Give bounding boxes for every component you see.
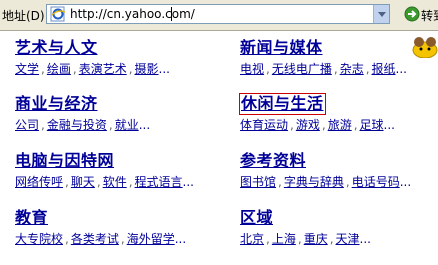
category-link[interactable]: 游戏 (296, 118, 320, 132)
category-links: 图书馆, 字典与辞典, 电话号码... (240, 175, 412, 189)
more-ellipsis: ... (174, 232, 187, 246)
more-ellipsis: ... (359, 232, 371, 246)
more-ellipsis: ... (182, 175, 194, 189)
go-label: 转到 (421, 9, 438, 23)
category-link[interactable]: 上海 (272, 232, 296, 246)
category-links: 大专院校, 各类考试, 海外留学... (15, 232, 187, 246)
category-link[interactable]: 无线电广播 (272, 62, 332, 76)
category-title[interactable]: 参考资料 (240, 151, 306, 171)
category-regional: 区域 北京, 上海, 重庆, 天津... (240, 208, 371, 247)
category-links: 电视, 无线电广播, 杂志, 报纸... (240, 62, 407, 76)
category-title-highlighted[interactable]: 休闲与生活 (239, 93, 326, 115)
category-business: 商业与经济 公司, 金融与投资, 就业... (15, 94, 150, 133)
text-caret (171, 7, 172, 21)
category-links: 网络传呼, 聊天, 软件, 程式语言... (15, 175, 194, 189)
category-link[interactable]: 就业 (115, 118, 139, 132)
yahoo-mascot-icon (412, 37, 438, 58)
category-links: 公司, 金融与投资, 就业... (15, 118, 151, 132)
category-link[interactable]: 大专院校 (15, 232, 63, 246)
category-link[interactable]: 摄影 (135, 62, 159, 76)
more-ellipsis: ... (399, 175, 412, 189)
address-toolbar: 地址(D) http://cn.yahoo.com/ 转到 (0, 0, 438, 31)
category-leisure: 休闲与生活 体育运动, 游戏, 旅游, 足球... (239, 93, 395, 133)
category-link[interactable]: 电话号码 (352, 175, 400, 189)
category-link[interactable]: 电视 (240, 62, 264, 76)
category-title[interactable]: 艺术与人文 (15, 38, 98, 58)
category-link[interactable]: 天津 (336, 232, 360, 246)
category-link[interactable]: 重庆 (304, 232, 328, 246)
category-link[interactable]: 金融与投资 (47, 118, 107, 132)
category-link[interactable]: 旅游 (328, 118, 352, 132)
category-link[interactable]: 文学 (15, 62, 39, 76)
chevron-down-icon (377, 11, 386, 17)
category-links: 文学, 绘画, 表演艺术, 摄影... (15, 62, 170, 76)
category-link[interactable]: 程式语言 (135, 175, 183, 189)
category-title[interactable]: 商业与经济 (15, 94, 98, 114)
address-dropdown-button[interactable] (373, 5, 389, 23)
category-reference: 参考资料 图书馆, 字典与辞典, 电话号码... (240, 151, 411, 190)
category-link[interactable]: 报纸 (372, 62, 396, 76)
category-links: 北京, 上海, 重庆, 天津... (240, 232, 371, 246)
category-links: 体育运动, 游戏, 旅游, 足球... (240, 118, 395, 132)
category-link[interactable]: 北京 (240, 232, 264, 246)
category-link[interactable]: 各类考试 (71, 232, 119, 246)
category-link[interactable]: 杂志 (340, 62, 364, 76)
category-link[interactable]: 公司 (15, 118, 39, 132)
category-link[interactable]: 体育运动 (240, 118, 288, 132)
address-input[interactable]: http://cn.yahoo.com/ (46, 4, 390, 24)
more-ellipsis: ... (395, 62, 407, 76)
ie-page-icon (50, 6, 66, 22)
category-title[interactable]: 区域 (240, 208, 273, 228)
category-title[interactable]: 电脑与因特网 (15, 151, 114, 171)
category-link[interactable]: 表演艺术 (79, 62, 127, 76)
go-arrow-icon (404, 6, 420, 22)
category-news: 新闻与媒体 电视, 无线电广播, 杂志, 报纸... (240, 38, 407, 77)
category-link[interactable]: 绘画 (47, 62, 71, 76)
category-link[interactable]: 字典与辞典 (284, 175, 344, 189)
category-link[interactable]: 图书馆 (240, 175, 276, 189)
more-ellipsis: ... (138, 118, 151, 132)
url-text: http://cn.yahoo.com/ (70, 7, 195, 21)
category-computers: 电脑与因特网 网络传呼, 聊天, 软件, 程式语言... (15, 151, 194, 190)
more-ellipsis: ... (383, 118, 395, 132)
category-education: 教育 大专院校, 各类考试, 海外留学... (15, 208, 186, 247)
category-link[interactable]: 足球 (360, 118, 384, 132)
category-link[interactable]: 聊天 (71, 175, 95, 189)
address-label: 地址(D) (2, 9, 45, 23)
category-link[interactable]: 网络传呼 (15, 175, 63, 189)
category-title[interactable]: 教育 (15, 208, 48, 228)
category-link[interactable]: 软件 (103, 175, 127, 189)
category-title[interactable]: 新闻与媒体 (240, 38, 323, 58)
category-link[interactable]: 海外留学 (127, 232, 175, 246)
more-ellipsis: ... (158, 62, 170, 76)
category-arts: 艺术与人文 文学, 绘画, 表演艺术, 摄影... (15, 38, 170, 77)
